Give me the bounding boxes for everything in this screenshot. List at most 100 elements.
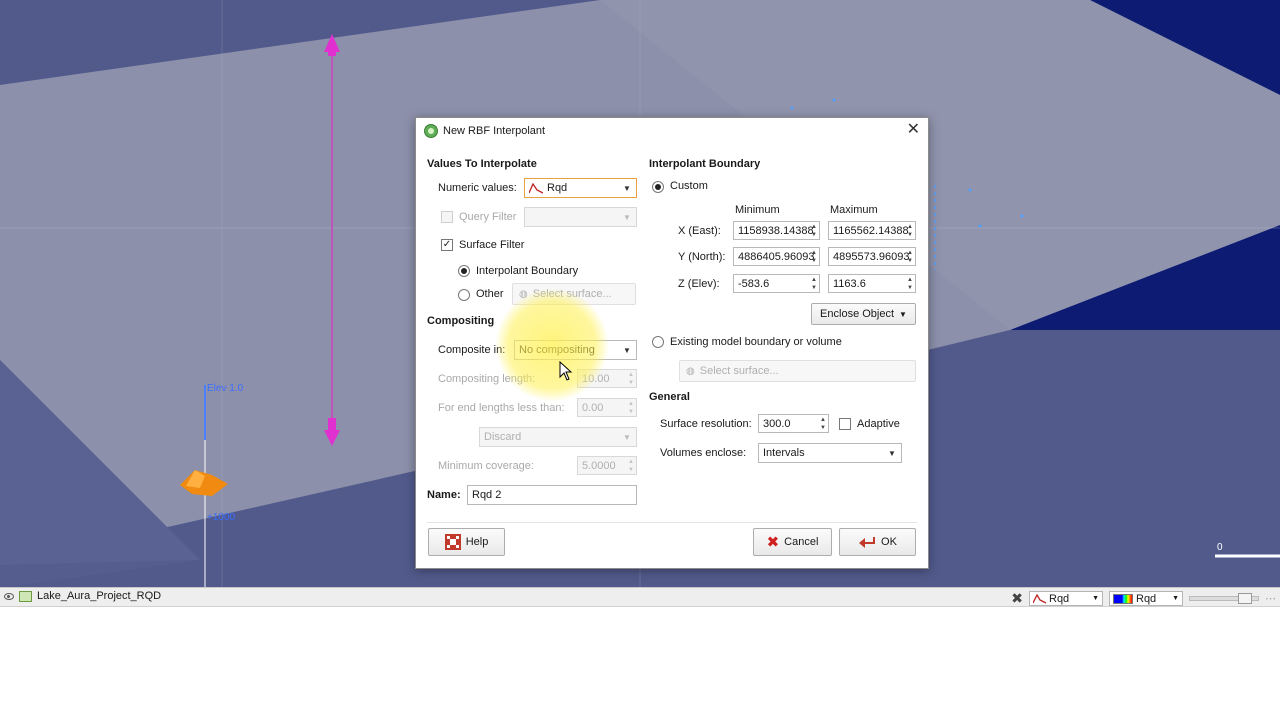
ok-arrow-icon bbox=[859, 537, 876, 548]
volumes-enclose-select[interactable]: Intervals ▼ bbox=[758, 443, 902, 463]
colormap-select-2-label: Rqd bbox=[1136, 592, 1157, 605]
compositing-length-input[interactable]: 10.00 ▲ ▼ bbox=[577, 369, 637, 388]
surface-resolution-input[interactable]: 300.0 ▲ ▼ bbox=[758, 414, 829, 433]
surface-filter-label: Surface Filter bbox=[459, 239, 525, 251]
custom-label: Custom bbox=[670, 180, 708, 192]
surface-filter-checkbox[interactable]: ✓ bbox=[441, 239, 453, 251]
lifebuoy-icon bbox=[444, 534, 461, 550]
interpolant-boundary-radio[interactable] bbox=[458, 265, 470, 277]
compositing-section-title: Compositing bbox=[427, 315, 495, 327]
close-icon[interactable]: ✖ bbox=[1011, 590, 1023, 607]
y-max-input[interactable]: 4895573.96093 ▲ ▼ bbox=[828, 247, 916, 266]
volumes-enclose-value: Intervals bbox=[763, 447, 805, 459]
spinner-icon[interactable]: ▲ ▼ bbox=[809, 275, 819, 292]
x-min-value: 1158938.14388 bbox=[738, 225, 814, 237]
compositing-length-value: 10.00 bbox=[582, 373, 610, 385]
query-filter-checkbox[interactable] bbox=[441, 211, 453, 223]
composite-in-select[interactable]: No compositing ▼ bbox=[514, 340, 637, 360]
interpolant-boundary-label: Interpolant Boundary bbox=[476, 265, 579, 277]
boundary-section-title: Interpolant Boundary bbox=[649, 158, 761, 170]
x-min-input[interactable]: 1158938.14388 ▲ ▼ bbox=[733, 221, 820, 240]
custom-radio[interactable] bbox=[652, 181, 664, 193]
app-icon bbox=[424, 124, 438, 138]
spinner-icon[interactable]: ▲ ▼ bbox=[809, 248, 819, 265]
elevation-marker: +1000 bbox=[207, 512, 236, 523]
composite-in-label: Composite in: bbox=[438, 344, 506, 356]
chevron-down-icon: ▼ bbox=[1172, 595, 1179, 602]
select-surface-label: Select surface... bbox=[532, 288, 612, 300]
surface-resolution-label: Surface resolution: bbox=[660, 418, 752, 430]
chevron-down-icon: ▼ bbox=[623, 212, 631, 222]
project-name: Lake_Aura_Project_RQD bbox=[37, 590, 162, 602]
status-bar: Lake_Aura_Project_RQD ✖ Rqd ▼ Rqd ▼ ⋯ bbox=[0, 587, 1280, 607]
name-input[interactable]: Rqd 2 bbox=[467, 485, 637, 505]
y-min-input[interactable]: 4886405.96093 ▲ ▼ bbox=[733, 247, 820, 266]
discard-value: Discard bbox=[484, 431, 522, 443]
numeric-values-select[interactable]: Rqd ▼ bbox=[524, 178, 637, 198]
dialog-title: New RBF Interpolant bbox=[443, 125, 546, 137]
x-max-value: 1165562.14388 bbox=[833, 225, 909, 237]
select-surface-button-2[interactable]: ◍ Select surface... bbox=[679, 360, 916, 382]
rqd-icon bbox=[1033, 593, 1046, 604]
z-max-value: 1163.6 bbox=[833, 278, 866, 290]
help-button[interactable]: Help bbox=[428, 528, 505, 556]
divider bbox=[427, 522, 917, 523]
y-min-value: 4886405.96093 bbox=[738, 251, 815, 263]
min-coverage-label: Minimum coverage: bbox=[438, 460, 534, 472]
min-coverage-input[interactable]: 5.0000 ▲ ▼ bbox=[577, 456, 637, 475]
colorbar-icon bbox=[1113, 593, 1133, 604]
y-max-value: 4895573.96093 bbox=[833, 251, 910, 263]
eye-icon[interactable] bbox=[4, 592, 14, 600]
cancel-label: Cancel bbox=[784, 536, 819, 548]
min-coverage-value: 5.0000 bbox=[582, 460, 616, 472]
surface-icon: ◍ bbox=[686, 365, 695, 377]
select-surface-button[interactable]: ◍ Select surface... bbox=[512, 283, 636, 305]
ok-button[interactable]: OK bbox=[839, 528, 916, 556]
end-lengths-label: For end lengths less than: bbox=[438, 402, 565, 414]
chevron-down-icon: ▼ bbox=[888, 448, 896, 458]
enclose-object-button[interactable]: Enclose Object ▼ bbox=[811, 303, 916, 325]
colormap-select-2[interactable]: Rqd ▼ bbox=[1109, 591, 1183, 606]
cancel-icon: ✖ bbox=[766, 534, 780, 551]
z-min-input[interactable]: -583.6 ▲ ▼ bbox=[733, 274, 820, 293]
spinner-icon[interactable]: ▲ ▼ bbox=[905, 222, 915, 239]
slider-handle[interactable] bbox=[1238, 593, 1252, 604]
composite-in-value: No compositing bbox=[519, 344, 595, 356]
adaptive-checkbox[interactable] bbox=[839, 418, 851, 430]
end-lengths-input[interactable]: 0.00 ▲ ▼ bbox=[577, 398, 637, 417]
x-max-input[interactable]: 1165562.14388 ▲ ▼ bbox=[828, 221, 916, 240]
elevation-label: Elev 1.0 bbox=[207, 383, 244, 394]
colormap-select-1[interactable]: Rqd ▼ bbox=[1029, 591, 1103, 606]
z-max-input[interactable]: 1163.6 ▲ ▼ bbox=[828, 274, 916, 293]
query-filter-label: Query Filter bbox=[459, 211, 517, 223]
other-label: Other bbox=[476, 288, 504, 300]
numeric-values-value: Rqd bbox=[547, 182, 568, 194]
end-lengths-value: 0.00 bbox=[582, 402, 604, 414]
x-east-label: X (East): bbox=[678, 225, 721, 237]
discard-select[interactable]: Discard ▼ bbox=[479, 427, 637, 447]
new-rbf-interpolant-dialog: New RBF Interpolant ✕ Values To Interpol… bbox=[415, 117, 929, 569]
surface-resolution-value: 300.0 bbox=[763, 418, 791, 430]
existing-boundary-label: Existing model boundary or volume bbox=[670, 336, 842, 348]
spinner-icon[interactable]: ▲ ▼ bbox=[626, 457, 636, 474]
select-surface-label-2: Select surface... bbox=[699, 365, 779, 377]
spinner-icon[interactable]: ▲ ▼ bbox=[818, 415, 828, 432]
other-radio[interactable] bbox=[458, 289, 470, 301]
spinner-icon[interactable]: ▲ ▼ bbox=[626, 370, 636, 387]
spinner-icon[interactable]: ▲ ▼ bbox=[626, 399, 636, 416]
y-north-label: Y (North): bbox=[678, 251, 726, 263]
spinner-icon[interactable]: ▲ ▼ bbox=[809, 222, 819, 239]
existing-boundary-radio[interactable] bbox=[652, 336, 664, 348]
spinner-icon[interactable]: ▲ ▼ bbox=[905, 275, 915, 292]
cancel-button[interactable]: ✖ Cancel bbox=[753, 528, 832, 556]
spinner-icon[interactable]: ▲ ▼ bbox=[905, 248, 915, 265]
close-icon[interactable]: ✕ bbox=[907, 122, 920, 138]
more-icon[interactable]: ⋯ bbox=[1265, 592, 1276, 605]
title-bar[interactable]: New RBF Interpolant ✕ bbox=[416, 118, 928, 144]
colormap-select-1-label: Rqd bbox=[1049, 592, 1070, 605]
transparency-slider[interactable] bbox=[1189, 593, 1259, 604]
chevron-down-icon: ▼ bbox=[899, 309, 907, 319]
chevron-down-icon: ▼ bbox=[623, 183, 631, 193]
query-filter-select[interactable]: ▼ bbox=[524, 207, 637, 227]
project-item[interactable]: Lake_Aura_Project_RQD bbox=[4, 590, 161, 602]
